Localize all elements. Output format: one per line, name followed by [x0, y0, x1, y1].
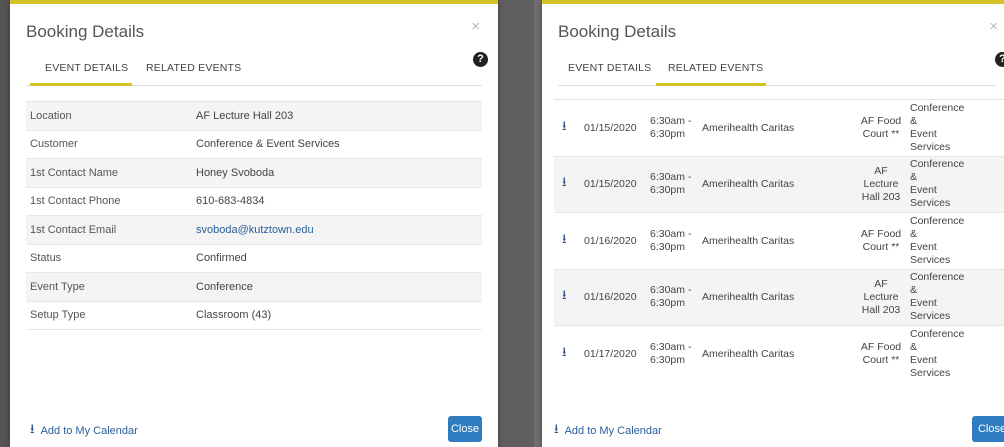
close-icon[interactable]: ×: [471, 18, 480, 35]
tab-related-events[interactable]: RELATED EVENTS: [146, 62, 256, 86]
event-name: Amerihealth Caritas: [702, 347, 795, 360]
detail-value: Classroom (43): [196, 309, 272, 322]
detail-label: Customer: [30, 138, 78, 151]
detail-row-contact-name: 1st Contact Name Honey Svoboda: [26, 159, 482, 188]
event-date: 01/15/2020: [584, 121, 637, 134]
related-event-row: ⭳ 01/15/2020 6:30am - 6:30pm Amerihealth…: [554, 100, 1004, 157]
detail-label: Event Type: [30, 280, 85, 293]
detail-row-setup-type: Setup Type Classroom (43): [26, 302, 482, 330]
event-time: 6:30am - 6:30pm: [650, 171, 692, 197]
related-events-list: ⭳ 01/15/2020 6:30am - 6:30pm Amerihealth…: [554, 99, 1004, 380]
event-location: AF Lecture Hall 203: [861, 277, 901, 316]
detail-label: Status: [30, 252, 62, 265]
download-icon[interactable]: ⭳: [554, 343, 584, 365]
event-time: 6:30am - 6:30pm: [650, 227, 692, 253]
detail-label: Setup Type: [30, 309, 86, 322]
related-event-row: ⭳ 01/15/2020 6:30am - 6:30pm Amerihealth…: [554, 156, 1004, 213]
related-event-row: ⭳ 01/16/2020 6:30am - 6:30pm Amerihealth…: [554, 269, 1004, 326]
detail-label: 1st Contact Email: [30, 223, 117, 236]
related-event-row: ⭳ 01/16/2020 6:30am - 6:30pm Amerihealth…: [554, 213, 1004, 270]
detail-value: Honey Svoboda: [196, 166, 275, 179]
email-link[interactable]: svoboda@kutztown.edu: [196, 224, 314, 236]
detail-row-location: Location AF Lecture Hall 203: [26, 102, 482, 131]
event-organizer: Conference & Event Services: [910, 158, 965, 210]
event-location: AF Food Court **: [860, 340, 902, 366]
detail-value: Confirmed: [196, 252, 247, 265]
event-name: Amerihealth Caritas: [702, 178, 795, 191]
event-organizer: Conference & Event Services: [910, 327, 965, 379]
detail-label: 1st Contact Phone: [30, 195, 121, 208]
booking-details-dialog-related-events: Booking Details × ? EVENT DETAILS RELATE…: [542, 0, 1004, 447]
event-time: 6:30am - 6:30pm: [650, 340, 692, 366]
related-event-row: ⭳ 01/17/2020 6:30am - 6:30pm Amerihealth…: [554, 326, 1004, 380]
download-icon[interactable]: ⭳: [554, 173, 584, 195]
add-to-calendar-link[interactable]: ⭳ Add to My Calendar: [30, 420, 138, 442]
dialog-title: Booking Details: [26, 22, 145, 41]
dialog-title: Booking Details: [558, 22, 677, 41]
booking-details-dialog-event-details: Booking Details × ? EVENT DETAILS RELATE…: [10, 0, 498, 447]
download-icon: ⭳: [554, 421, 559, 436]
event-date: 01/17/2020: [584, 347, 637, 360]
page-backdrop-gap: [498, 0, 534, 447]
event-date: 01/16/2020: [584, 234, 637, 247]
detail-value: Conference & Event Services: [196, 138, 340, 151]
tab-event-details[interactable]: EVENT DETAILS: [568, 62, 658, 86]
event-name: Amerihealth Caritas: [702, 121, 795, 134]
detail-value: Conference: [196, 280, 253, 293]
tab-event-details[interactable]: EVENT DETAILS: [30, 62, 132, 86]
download-icon[interactable]: ⭳: [554, 117, 584, 139]
tab-bar: EVENT DETAILS RELATED EVENTS: [558, 56, 996, 86]
detail-label: 1st Contact Name: [30, 166, 119, 179]
close-button[interactable]: Close: [972, 416, 1004, 442]
detail-row-event-type: Event Type Conference: [26, 273, 482, 302]
event-location: AF Food Court **: [860, 114, 902, 140]
event-organizer: Conference & Event Services: [910, 271, 965, 323]
event-date: 01/16/2020: [584, 291, 637, 304]
event-name: Amerihealth Caritas: [702, 291, 795, 304]
page-backdrop: [0, 0, 10, 447]
add-to-calendar-label: Add to My Calendar: [564, 425, 662, 437]
close-icon[interactable]: ×: [989, 18, 998, 35]
event-organizer: Conference & Event Services: [910, 214, 965, 266]
detail-row-contact-email: 1st Contact Email svoboda@kutztown.edu: [26, 216, 482, 245]
tab-related-events[interactable]: RELATED EVENTS: [656, 62, 766, 86]
detail-row-status: Status Confirmed: [26, 245, 482, 273]
detail-label: Location: [30, 109, 72, 122]
download-icon[interactable]: ⭳: [554, 230, 584, 252]
detail-row-contact-phone: 1st Contact Phone 610-683-4834: [26, 188, 482, 216]
detail-row-customer: Customer Conference & Event Services: [26, 131, 482, 159]
event-organizer: Conference & Event Services: [910, 101, 965, 153]
event-time: 6:30am - 6:30pm: [650, 114, 692, 140]
event-date: 01/15/2020: [584, 178, 637, 191]
close-button[interactable]: Close: [448, 416, 482, 442]
add-to-calendar-label: Add to My Calendar: [40, 425, 138, 437]
event-name: Amerihealth Caritas: [702, 234, 795, 247]
detail-value: 610-683-4834: [196, 195, 265, 208]
event-location: AF Lecture Hall 203: [861, 164, 901, 203]
event-time: 6:30am - 6:30pm: [650, 284, 692, 310]
tab-bar: EVENT DETAILS RELATED EVENTS: [26, 56, 482, 86]
download-icon: ⭳: [30, 421, 35, 436]
help-icon[interactable]: ?: [995, 52, 1004, 67]
download-icon[interactable]: ⭳: [554, 286, 584, 308]
event-details-table: Location AF Lecture Hall 203 Customer Co…: [26, 101, 482, 330]
add-to-calendar-link[interactable]: ⭳ Add to My Calendar: [554, 420, 662, 442]
event-location: AF Food Court **: [860, 227, 902, 253]
detail-value: AF Lecture Hall 203: [196, 109, 294, 122]
